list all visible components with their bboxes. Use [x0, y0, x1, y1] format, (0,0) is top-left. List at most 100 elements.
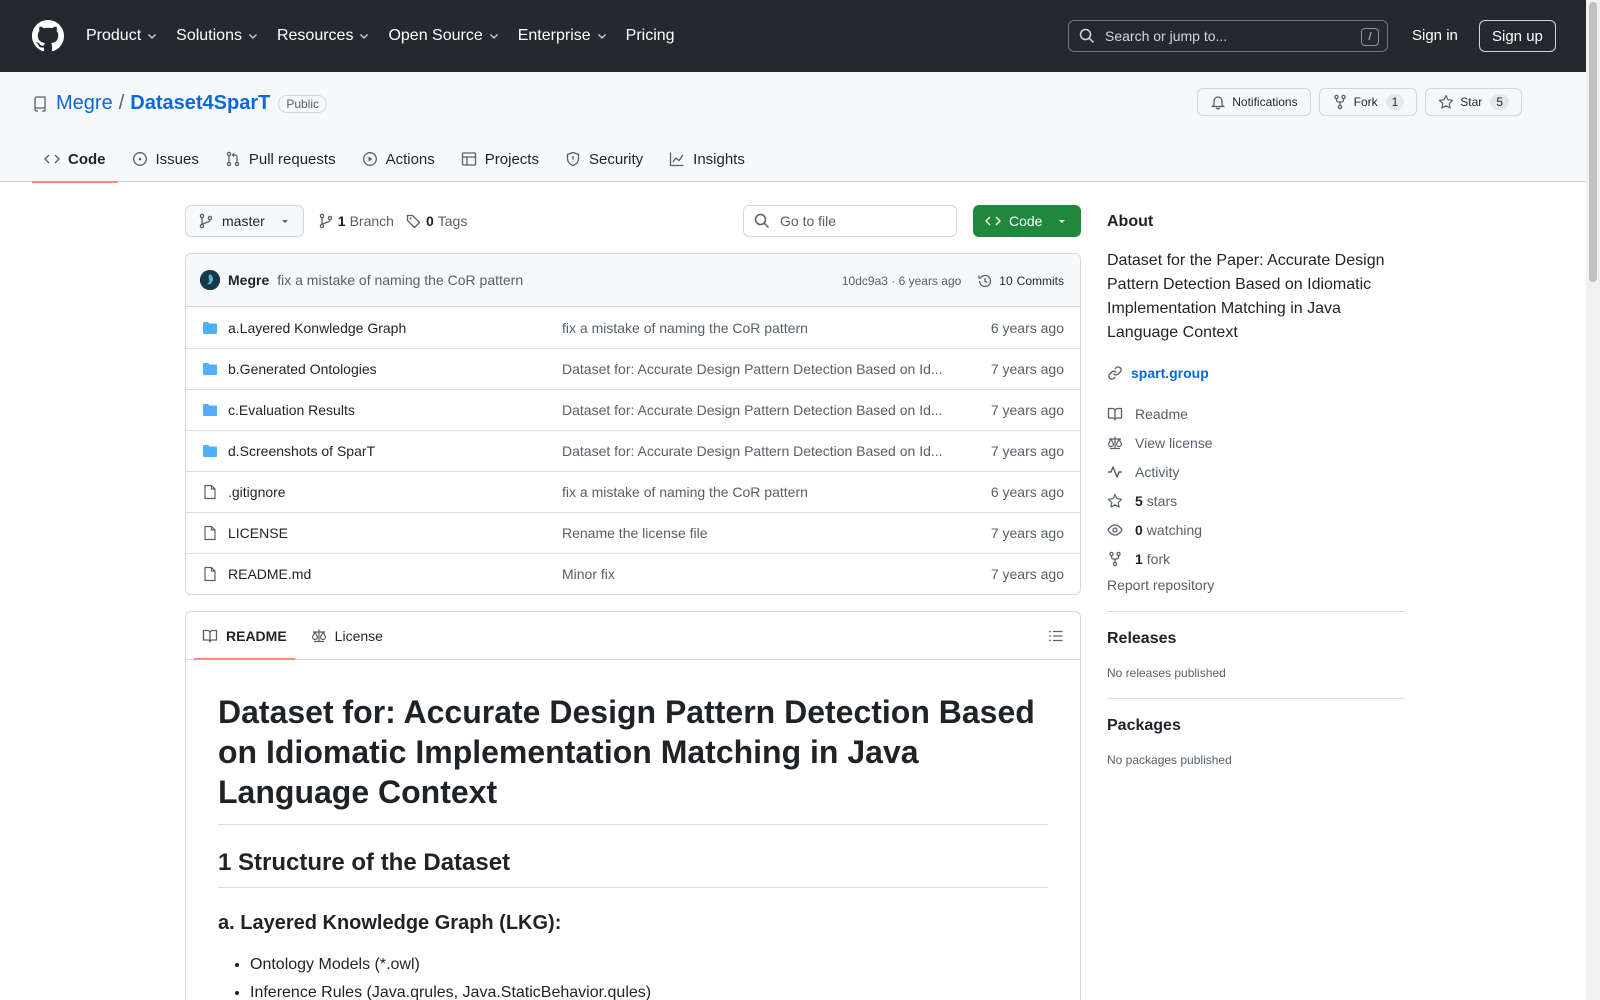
sign-up-button[interactable]: Sign up	[1479, 20, 1556, 52]
caret-down-icon	[281, 220, 288, 223]
nav-solutions[interactable]: Solutions	[176, 27, 259, 45]
license-link[interactable]: View license	[1107, 428, 1405, 457]
eye-icon	[1107, 523, 1123, 536]
global-search-input[interactable]: Search or jump to... /	[1068, 20, 1388, 52]
commits-count: 10	[999, 273, 1013, 288]
file-commit-message-link[interactable]: Dataset for: Accurate Design Pattern Det…	[562, 443, 952, 459]
tab-pull-requests[interactable]: Pull requests	[213, 136, 348, 182]
commit-author-link[interactable]: Megre	[228, 272, 269, 288]
star-label: Star	[1460, 95, 1483, 109]
law-icon	[1107, 436, 1123, 449]
file-name-link[interactable]: b.Generated Ontologies	[228, 361, 562, 377]
code-button-label: Code	[1009, 213, 1043, 229]
activity-link-label: Activity	[1135, 463, 1180, 480]
folder-icon	[203, 445, 217, 457]
fork-count: 1	[1385, 94, 1405, 110]
tab-security[interactable]: Security	[553, 136, 655, 182]
list-outline-icon[interactable]	[1048, 628, 1064, 644]
nav-pricing[interactable]: Pricing	[626, 27, 675, 45]
law-icon	[311, 629, 326, 642]
file-name-link[interactable]: d.Screenshots of SparT	[228, 443, 562, 459]
watchers-link[interactable]: 0 watching	[1107, 515, 1405, 544]
tab-insights-label: Insights	[693, 150, 745, 168]
nav-product[interactable]: Product	[86, 27, 158, 45]
nav-open-source[interactable]: Open Source	[388, 27, 499, 45]
nav-resources[interactable]: Resources	[277, 27, 370, 45]
repo-icon	[34, 95, 46, 112]
play-icon	[362, 152, 377, 166]
scrollbar-thumb[interactable]	[1589, 2, 1597, 282]
file-name-link[interactable]: c.Evaluation Results	[228, 402, 562, 418]
file-commit-message-link[interactable]: Dataset for: Accurate Design Pattern Det…	[562, 361, 952, 377]
stars-link[interactable]: 5 stars	[1107, 486, 1405, 515]
repo-owner-link[interactable]: Megre	[56, 92, 113, 115]
stars-count: 5	[1135, 492, 1143, 509]
file-commit-message-link[interactable]: Rename the license file	[562, 525, 952, 541]
repo-header: Megre / Dataset4SparT Public Notificatio…	[0, 72, 1586, 183]
tab-license[interactable]: License	[303, 612, 391, 659]
table-row: README.md Minor fix 7 years ago	[186, 553, 1080, 594]
file-commit-message-link[interactable]: Dataset for: Accurate Design Pattern Det…	[562, 402, 952, 418]
tab-issues[interactable]: Issues	[120, 136, 211, 182]
folder-icon	[203, 321, 217, 334]
star-button[interactable]: Star 5	[1425, 88, 1522, 116]
watching-label: watching	[1146, 521, 1203, 538]
activity-link[interactable]: Activity	[1107, 457, 1405, 486]
table-row: .gitignore fix a mistake of naming the Co…	[186, 471, 1080, 512]
file-commit-message-link[interactable]: fix a mistake of naming the CoR pattern	[562, 484, 952, 500]
github-logo-icon[interactable]	[32, 20, 64, 52]
file-name-link[interactable]: LICENSE	[228, 525, 562, 541]
graph-icon	[670, 152, 684, 167]
releases-heading[interactable]: Releases	[1107, 630, 1405, 648]
tab-readme[interactable]: README	[194, 612, 295, 660]
file-commit-message-link[interactable]: Minor fix	[562, 566, 952, 582]
commit-hash-age[interactable]: 10dc9a3 · 6 years ago	[842, 274, 961, 288]
tab-insights[interactable]: Insights	[657, 136, 757, 182]
avatar[interactable]	[200, 270, 220, 290]
readme-link[interactable]: Readme	[1107, 399, 1405, 428]
report-repository-link[interactable]: Report repository	[1107, 577, 1405, 593]
file-commit-age: 7 years ago	[990, 402, 1064, 418]
repo-name-link[interactable]: Dataset4SparT	[130, 92, 270, 115]
branch-select-button[interactable]: master	[185, 205, 304, 237]
tab-security-label: Security	[588, 150, 644, 168]
website-link[interactable]: spart.group	[1107, 365, 1405, 381]
license-link-label: View license	[1135, 434, 1213, 451]
fork-button[interactable]: Fork 1	[1318, 88, 1418, 116]
nav-enterprise-label: Enterprise	[517, 27, 591, 44]
notifications-button[interactable]: Notifications	[1197, 88, 1311, 116]
tab-code[interactable]: Code	[32, 136, 118, 183]
file-name-link[interactable]: .gitignore	[228, 484, 562, 500]
tag-icon	[406, 214, 421, 229]
commit-message-link[interactable]: fix a mistake of naming the CoR pattern	[277, 272, 523, 288]
tags-link[interactable]: 0 Tags	[406, 213, 467, 229]
file-toolbar: master 1 Branch 0 Tags Go to file Code	[185, 205, 1081, 237]
readme-title: Dataset for: Accurate Design Pattern Det…	[218, 692, 1048, 825]
forks-link[interactable]: 1 fork	[1107, 544, 1405, 573]
go-to-file-input[interactable]: Go to file	[743, 205, 957, 237]
table-icon	[461, 152, 476, 166]
commits-label: Commits	[1016, 273, 1064, 288]
folder-icon	[203, 363, 217, 375]
page-scrollbar[interactable]	[1586, 0, 1600, 1000]
book-icon	[202, 629, 218, 643]
file-name-link[interactable]: README.md	[228, 566, 562, 582]
sign-in-link[interactable]: Sign in	[1412, 27, 1458, 44]
tab-issues-label: Issues	[155, 150, 199, 168]
tab-projects[interactable]: Projects	[449, 136, 551, 182]
code-dropdown-button[interactable]: Code	[973, 205, 1081, 237]
tab-license-label: License	[334, 627, 383, 644]
nav-enterprise[interactable]: Enterprise	[518, 27, 608, 45]
file-name-link[interactable]: a.Layered Konwledge Graph	[228, 320, 562, 336]
branch-icon	[319, 213, 333, 229]
branches-link[interactable]: 1 Branch	[318, 213, 394, 229]
packages-heading[interactable]: Packages	[1107, 717, 1405, 735]
commits-history-link[interactable]: 10 Commits	[977, 273, 1064, 289]
file-commit-message-link[interactable]: fix a mistake of naming the CoR pattern	[562, 320, 952, 336]
tab-actions[interactable]: Actions	[350, 136, 447, 182]
nav-resources-label: Resources	[276, 27, 354, 44]
readme-tabs: README License	[186, 612, 1080, 660]
chevron-down-icon	[249, 34, 257, 39]
search-icon	[1079, 28, 1095, 44]
fork-label: Fork	[1353, 95, 1378, 109]
